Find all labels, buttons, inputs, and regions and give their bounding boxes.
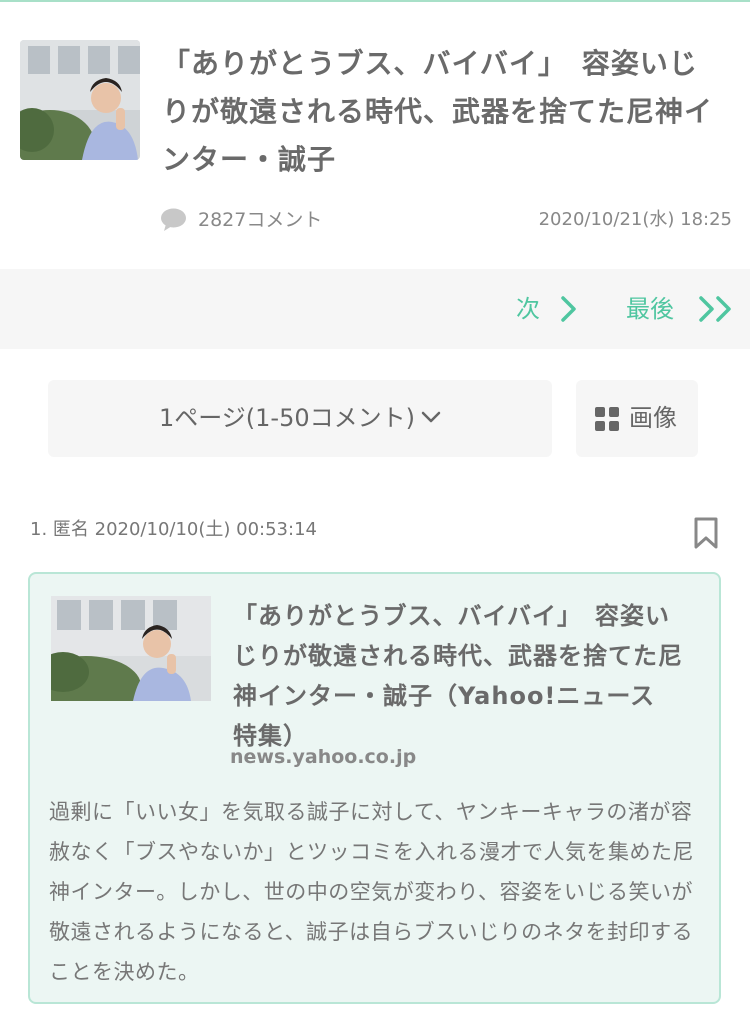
article-thumbnail[interactable]: [20, 40, 140, 160]
chevron-down-icon: [421, 411, 441, 423]
link-preview-description: 過剰に「いい女」を気取る誠子に対して、ヤンキーキャラの渚が容赦なく「ブスやないか…: [49, 800, 694, 984]
page-select-label: 1ページ(1-50コメント): [159, 404, 415, 432]
link-preview-card[interactable]: 「ありがとうブス、バイバイ」 容姿いじりが敬遠される時代、武器を捨てた尼神インタ…: [28, 572, 721, 1004]
image-view-button[interactable]: 画像: [576, 380, 698, 457]
link-preview-title[interactable]: 「ありがとうブス、バイバイ」 容姿いじりが敬遠される時代、武器を捨てた尼神インタ…: [233, 596, 683, 756]
article-meta: 2827コメント 2020/10/21(水) 18:25: [160, 205, 732, 235]
next-page-link[interactable]: 次: [516, 269, 576, 349]
article-header: 「ありがとうブス、バイバイ」 容姿いじりが敬遠される時代、武器を捨てた尼神インタ…: [0, 2, 750, 267]
article-date: 2020/10/21(水) 18:25: [538, 209, 732, 230]
last-page-label: 最後: [626, 295, 674, 323]
article-title[interactable]: 「ありがとうブス、バイバイ」 容姿いじりが敬遠される時代、武器を捨てた尼神インタ…: [162, 40, 722, 184]
bookmark-icon[interactable]: [694, 517, 718, 549]
chevron-right-icon: [561, 296, 576, 322]
page-select-dropdown[interactable]: 1ページ(1-50コメント): [48, 380, 552, 457]
comment-meta: 1. 匿名 2020/10/10(土) 00:53:14: [30, 519, 317, 540]
image-button-label: 画像: [629, 404, 677, 432]
link-preview-domain: news.yahoo.co.jp: [230, 746, 417, 768]
next-page-label: 次: [516, 295, 540, 323]
grid-icon: [595, 407, 619, 431]
last-page-link[interactable]: 最後: [626, 269, 731, 349]
comment-bubble-icon: [161, 208, 186, 231]
pager-bar: 次 最後: [0, 269, 750, 349]
link-preview-thumbnail[interactable]: [51, 596, 211, 701]
double-chevron-right-icon: [699, 296, 731, 322]
comment-count[interactable]: 2827コメント: [198, 205, 322, 235]
